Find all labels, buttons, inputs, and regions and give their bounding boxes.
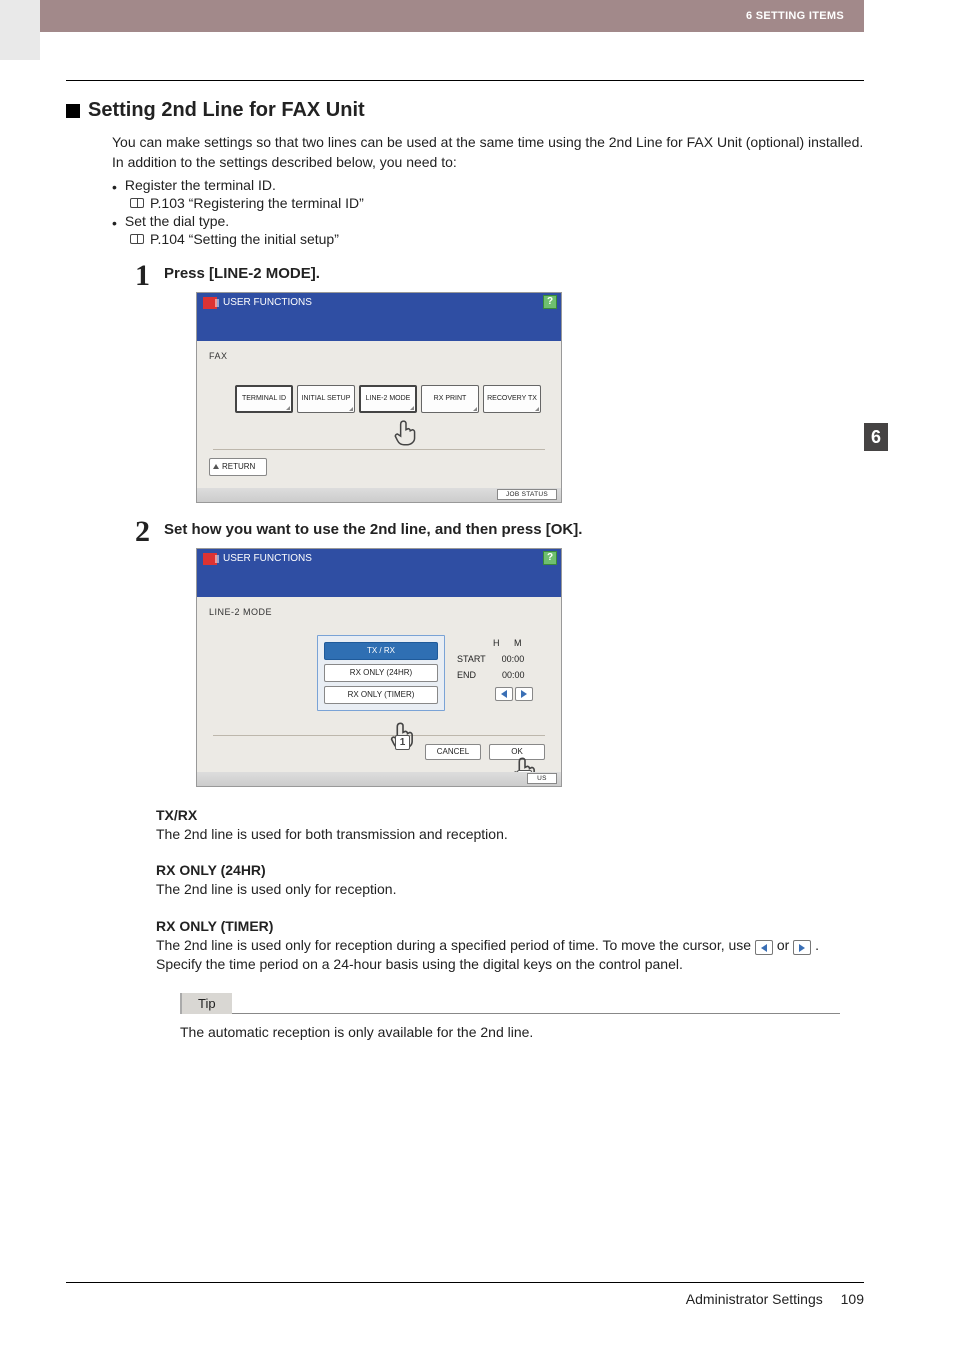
tip-label: Tip (180, 993, 232, 1014)
header-category: 6 SETTING ITEMS (746, 10, 844, 22)
definition-desc: The 2nd line is used for both transmissi… (156, 825, 864, 845)
tip-text: The automatic reception is only availabl… (180, 1024, 864, 1040)
triangle-up-icon (213, 464, 219, 469)
device-icon (203, 553, 217, 565)
page-header: 6 SETTING ITEMS (40, 0, 864, 32)
panel-divider (213, 735, 545, 736)
ui-panel-2: USER FUNCTIONS ? LINE-2 MODE TX / RX RX … (196, 548, 562, 787)
cursor-right-button[interactable] (515, 687, 533, 701)
job-status-button[interactable]: US (527, 773, 557, 784)
initial-setup-button[interactable]: INITIAL SETUP (297, 385, 355, 413)
panel-title: USER FUNCTIONS (223, 297, 312, 308)
triangle-left-icon (501, 690, 507, 698)
panel-divider (213, 449, 545, 450)
chapter-side-tab: 6 (864, 423, 888, 451)
cursor-left-button[interactable] (495, 687, 513, 701)
ref-text: P.104 “Setting the initial setup” (150, 231, 339, 247)
step-number: 2 (122, 517, 150, 787)
bullet-text: Set the dial type. (125, 213, 229, 229)
bullet-text: Register the terminal ID. (125, 177, 276, 193)
end-label: END (457, 667, 476, 683)
definition-desc: The 2nd line is used only for reception. (156, 880, 864, 900)
breadcrumb: LINE-2 MODE (209, 607, 549, 617)
definition-term: TX/RX (156, 807, 864, 823)
mode-option-group: TX / RX RX ONLY (24HR) RX ONLY (TIMER) (317, 635, 445, 711)
book-icon (130, 198, 144, 208)
panel-footer: JOB STATUS (197, 488, 561, 502)
step-title: Press [LINE-2 MODE]. (164, 265, 864, 282)
tx-rx-option[interactable]: TX / RX (324, 642, 438, 660)
step-number: 1 (122, 261, 150, 503)
line2-mode-button[interactable]: LINE-2 MODE (359, 385, 417, 413)
hand-pointer-icon (393, 419, 419, 449)
panel-body: FAX TERMINAL ID INITIAL SETUP LINE-2 MOD… (197, 341, 561, 488)
cancel-button[interactable]: CANCEL (425, 744, 481, 760)
step-1: 1 Press [LINE-2 MODE]. USER FUNCTIONS ? … (122, 261, 864, 503)
ref-text: P.103 “Registering the terminal ID” (150, 195, 364, 211)
tip-divider (180, 1013, 840, 1014)
book-icon (130, 234, 144, 244)
callout-badge: 1 (395, 735, 410, 750)
rx-print-button[interactable]: RX PRINT (421, 385, 479, 413)
left-margin-bar (0, 0, 40, 60)
device-icon (203, 297, 217, 309)
panel-titlebar: USER FUNCTIONS ? (197, 293, 561, 313)
section-intro: You can make settings so that two lines … (112, 132, 864, 173)
start-time: 00:00 (502, 651, 525, 667)
definition-desc: The 2nd line is used only for reception … (156, 936, 864, 975)
definition-rxonlytimer: RX ONLY (TIMER) The 2nd line is used onl… (156, 918, 864, 975)
option-definitions: TX/RX The 2nd line is used for both tran… (156, 807, 864, 975)
panel-titlebar: USER FUNCTIONS ? (197, 549, 561, 569)
rx-only-24hr-option[interactable]: RX ONLY (24HR) (324, 664, 438, 682)
breadcrumb: FAX (209, 351, 549, 361)
right-key-icon (793, 940, 811, 955)
intro-bullets: • Register the terminal ID. P.103 “Regis… (112, 177, 864, 247)
job-status-button[interactable]: JOB STATUS (497, 489, 557, 500)
definition-term: RX ONLY (TIMER) (156, 918, 864, 934)
tip-box: Tip The automatic reception is only avai… (180, 993, 864, 1040)
page-content: Setting 2nd Line for FAX Unit You can ma… (66, 80, 864, 1271)
end-time: 00:00 (502, 667, 525, 683)
panel-footer: US (197, 772, 561, 786)
terminal-id-button[interactable]: TERMINAL ID (235, 385, 293, 413)
step-2: 2 Set how you want to use the 2nd line, … (122, 517, 864, 787)
panel-title: USER FUNCTIONS (223, 553, 312, 564)
step-title: Set how you want to use the 2nd line, an… (164, 521, 864, 538)
bullet-dot-icon: • (112, 213, 117, 231)
definition-rxonly24: RX ONLY (24HR) The 2nd line is used only… (156, 862, 864, 900)
ui-panel-1: USER FUNCTIONS ? FAX TERMINAL ID INITIAL… (196, 292, 562, 503)
cross-reference: P.104 “Setting the initial setup” (130, 231, 864, 247)
section-heading: Setting 2nd Line for FAX Unit (66, 99, 864, 122)
square-bullet-icon (66, 104, 80, 118)
page-number: 109 (841, 1291, 864, 1307)
return-button[interactable]: RETURN (209, 458, 267, 476)
bullet-dot-icon: • (112, 177, 117, 195)
definition-txrx: TX/RX The 2nd line is used for both tran… (156, 807, 864, 845)
callout-1: 1 (389, 721, 417, 753)
left-key-icon (755, 940, 773, 955)
help-icon[interactable]: ? (543, 295, 557, 309)
start-label: START (457, 651, 486, 667)
timer-fields: H M START00:00 END00:00 (457, 635, 533, 702)
bullet-row: • Set the dial type. (112, 213, 864, 231)
bullet-row: • Register the terminal ID. (112, 177, 864, 195)
cross-reference: P.103 “Registering the terminal ID” (130, 195, 864, 211)
panel-subheader (197, 569, 561, 597)
rx-only-timer-option[interactable]: RX ONLY (TIMER) (324, 686, 438, 704)
section-title-text: Setting 2nd Line for FAX Unit (88, 99, 365, 122)
help-icon[interactable]: ? (543, 551, 557, 565)
footer-label: Administrator Settings (686, 1291, 823, 1307)
page-footer: Administrator Settings 109 (66, 1282, 864, 1307)
definition-term: RX ONLY (24HR) (156, 862, 864, 878)
triangle-right-icon (521, 690, 527, 698)
panel-subheader (197, 313, 561, 341)
panel-button-row: TERMINAL ID INITIAL SETUP LINE-2 MODE RX… (235, 385, 549, 413)
panel-body: LINE-2 MODE TX / RX RX ONLY (24HR) RX ON… (197, 597, 561, 772)
recovery-tx-button[interactable]: RECOVERY TX (483, 385, 541, 413)
